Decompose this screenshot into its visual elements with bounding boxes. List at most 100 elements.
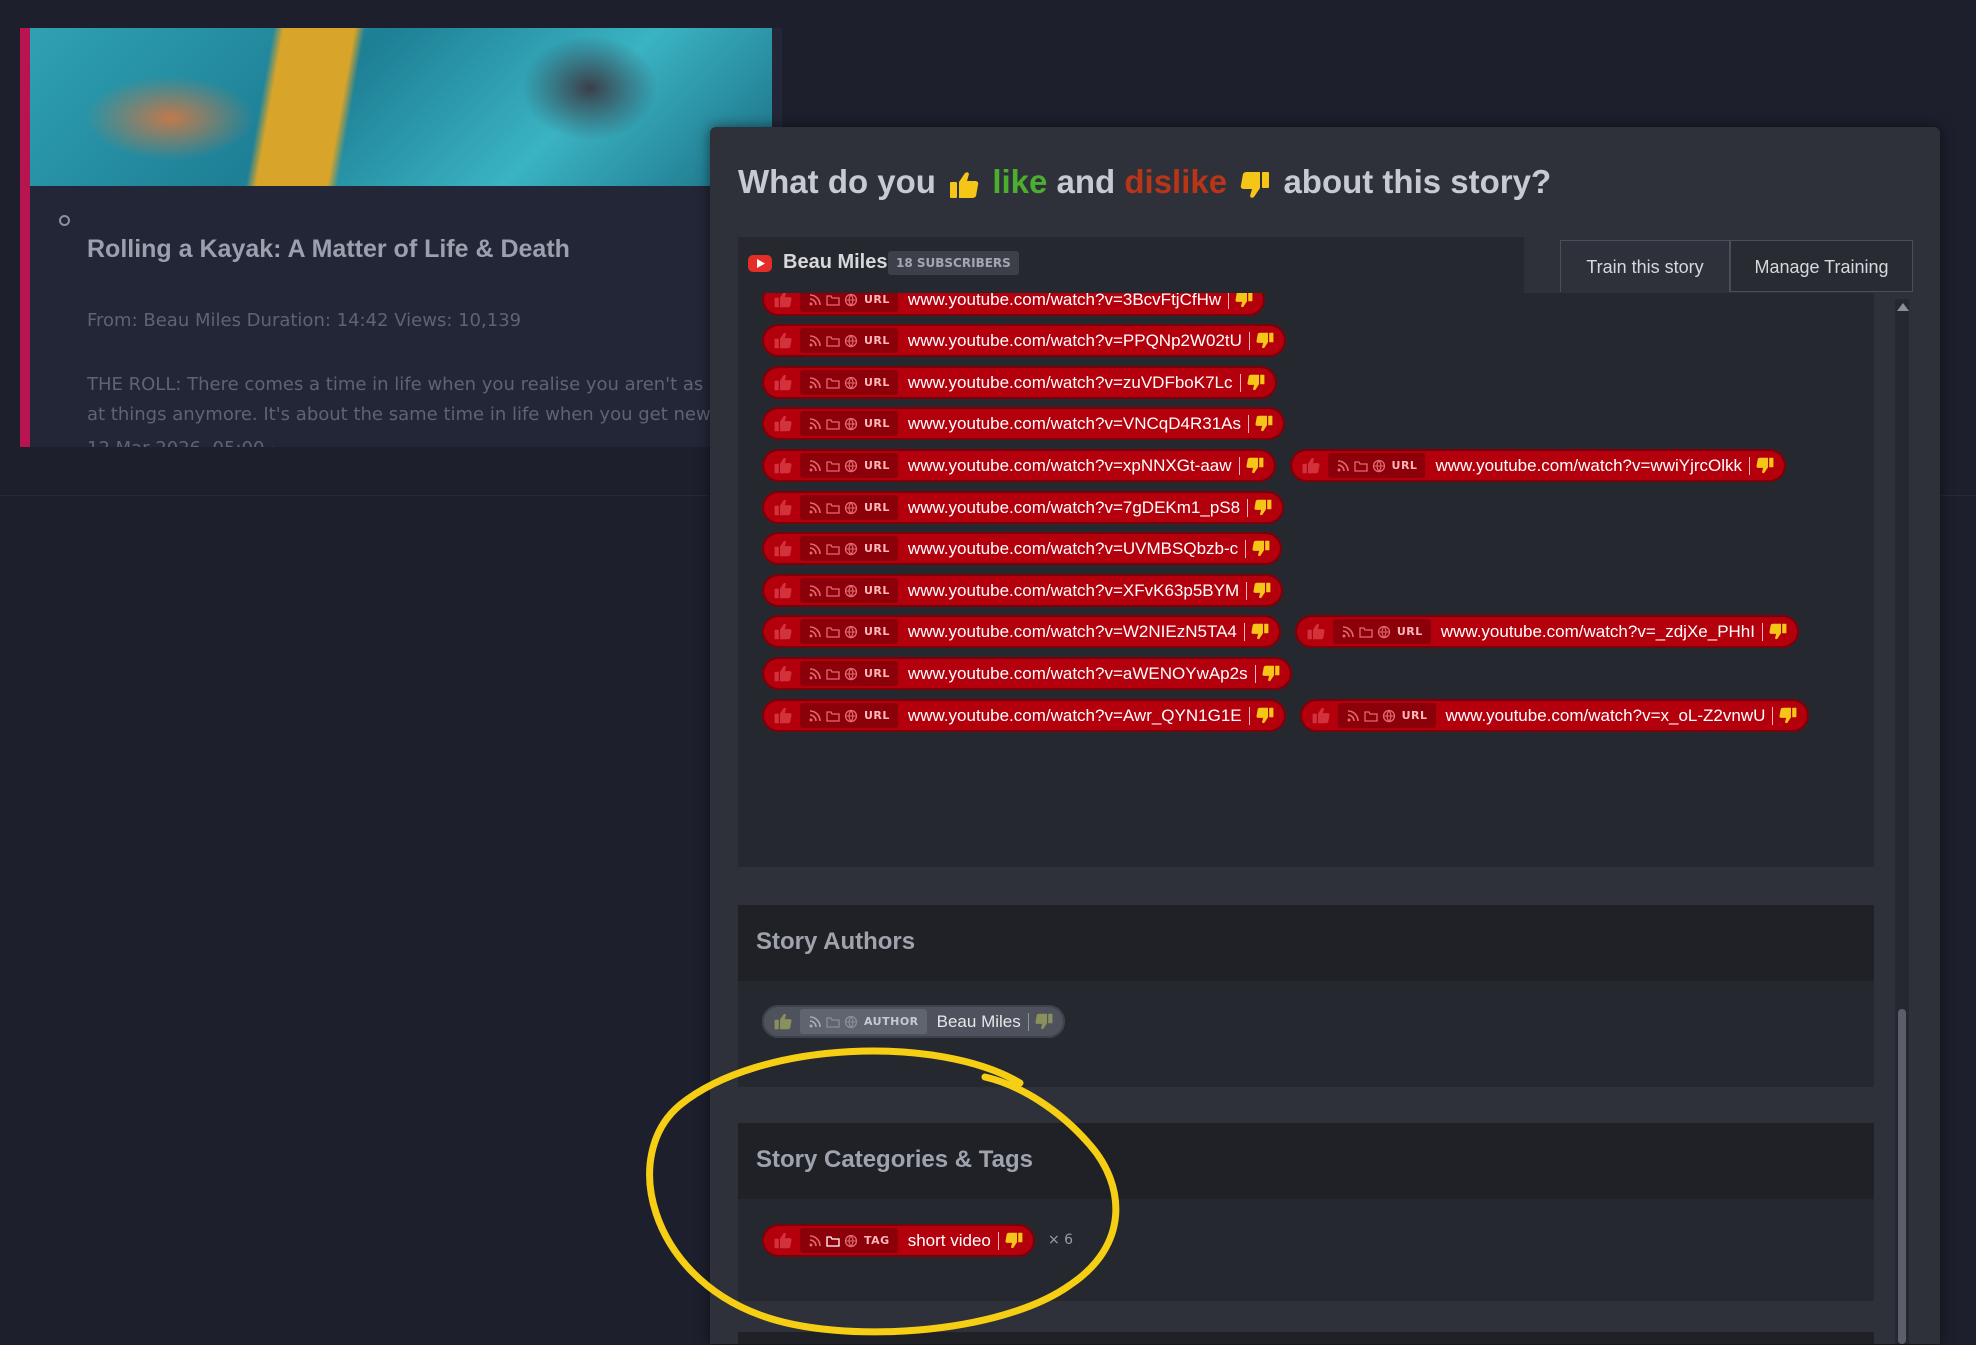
globe-icon[interactable] bbox=[844, 625, 858, 639]
url-classifier-pill[interactable]: URL www.youtube.com/watch?v=aWENOYwAp2s bbox=[762, 657, 1292, 690]
url-label: www.youtube.com/watch?v=x_oL-Z2vnwU bbox=[1445, 705, 1766, 725]
globe-icon[interactable] bbox=[1372, 459, 1386, 473]
folder-icon[interactable] bbox=[826, 377, 840, 389]
globe-icon[interactable] bbox=[844, 376, 858, 390]
thumbs-down-icon[interactable] bbox=[1245, 457, 1264, 474]
thumbs-up-icon[interactable] bbox=[774, 665, 792, 682]
story-card[interactable]: Rolling a Kayak: A Matter of Life & Deat… bbox=[20, 28, 782, 447]
globe-icon[interactable] bbox=[844, 667, 858, 681]
folder-icon[interactable] bbox=[826, 543, 840, 555]
rss-icon[interactable] bbox=[808, 417, 822, 431]
thumbs-up-icon[interactable] bbox=[774, 499, 792, 516]
rss-icon[interactable] bbox=[808, 1015, 822, 1029]
folder-icon[interactable] bbox=[1359, 626, 1373, 638]
globe-icon[interactable] bbox=[1382, 709, 1396, 723]
thumbs-down-icon[interactable] bbox=[1254, 499, 1272, 516]
thumbs-up-icon[interactable] bbox=[774, 707, 792, 724]
rss-icon[interactable] bbox=[808, 625, 822, 639]
classifier-scope: URL bbox=[800, 578, 898, 603]
thumbs-up-icon[interactable] bbox=[774, 582, 792, 599]
rss-icon[interactable] bbox=[1336, 459, 1350, 473]
scroll-up-arrow-icon[interactable] bbox=[1897, 303, 1909, 311]
thumbs-down-icon[interactable] bbox=[1256, 707, 1274, 724]
folder-icon[interactable] bbox=[826, 418, 840, 430]
thumbs-up-icon[interactable] bbox=[774, 623, 792, 640]
folder-icon[interactable] bbox=[826, 502, 840, 514]
thumbs-down-icon[interactable] bbox=[1252, 540, 1270, 557]
url-classifier-pill[interactable]: URL www.youtube.com/watch?v=_zdjXe_PHhI bbox=[1294, 615, 1799, 648]
url-classifier-pill[interactable]: URL www.youtube.com/watch?v=UVMBSQbzb-c bbox=[762, 532, 1283, 565]
thumbs-down-icon[interactable] bbox=[1235, 293, 1253, 308]
url-classifier-pill[interactable]: URL www.youtube.com/watch?v=zuVDFboK7Lc bbox=[762, 366, 1277, 399]
thumbs-up-icon[interactable] bbox=[774, 293, 792, 308]
rss-icon[interactable] bbox=[808, 501, 822, 515]
thumbs-down-icon[interactable] bbox=[1253, 582, 1271, 599]
thumbs-up-icon[interactable] bbox=[774, 457, 792, 474]
thumbs-up-icon[interactable] bbox=[774, 540, 792, 557]
thumbs-up-icon[interactable] bbox=[774, 332, 792, 349]
globe-icon[interactable] bbox=[1377, 625, 1391, 639]
url-classifier-pill[interactable]: URL www.youtube.com/watch?v=3BcvFtjCfHw bbox=[762, 293, 1266, 316]
folder-icon[interactable] bbox=[1353, 460, 1368, 472]
thumbs-down-icon[interactable] bbox=[1035, 1013, 1053, 1030]
folder-icon[interactable] bbox=[826, 460, 840, 472]
rss-icon[interactable] bbox=[808, 459, 822, 473]
rss-icon[interactable] bbox=[808, 334, 822, 348]
thumbs-down-icon[interactable] bbox=[1779, 707, 1797, 724]
thumbs-up-icon[interactable] bbox=[1312, 707, 1330, 724]
rss-icon[interactable] bbox=[1346, 709, 1360, 723]
url-classifier-pill[interactable]: URL www.youtube.com/watch?v=Awr_QYN1G1E bbox=[762, 699, 1286, 732]
url-classifier-pill[interactable]: URL www.youtube.com/watch?v=7gDEKm1_pS8 bbox=[762, 491, 1285, 524]
rss-icon[interactable] bbox=[1341, 625, 1355, 639]
thumbs-up-icon[interactable] bbox=[1307, 623, 1325, 640]
globe-icon[interactable] bbox=[844, 542, 858, 556]
rss-icon[interactable] bbox=[808, 709, 822, 723]
thumbs-down-icon[interactable] bbox=[1256, 332, 1274, 349]
thumbs-up-icon[interactable] bbox=[774, 1013, 792, 1030]
folder-icon[interactable] bbox=[826, 710, 840, 722]
thumbs-down-icon[interactable] bbox=[1262, 665, 1280, 682]
url-classifier-pill[interactable]: URL www.youtube.com/watch?v=xpNNXGt-aaw bbox=[762, 449, 1276, 482]
globe-icon[interactable] bbox=[844, 293, 858, 307]
folder-icon[interactable] bbox=[826, 335, 840, 347]
url-classifier-pill[interactable]: URL www.youtube.com/watch?v=VNCqD4R31As bbox=[762, 407, 1285, 440]
folder-icon[interactable] bbox=[826, 626, 840, 638]
rss-icon[interactable] bbox=[808, 584, 822, 598]
globe-icon[interactable] bbox=[844, 334, 858, 348]
tab-manage-training[interactable]: Manage Training bbox=[1730, 240, 1913, 292]
rss-icon[interactable] bbox=[808, 667, 822, 681]
url-classifier-pill[interactable]: URL www.youtube.com/watch?v=wwiYjrcOlkk bbox=[1289, 449, 1787, 482]
url-classifier-pill[interactable]: URL www.youtube.com/watch?v=PPQNp2W02tU bbox=[762, 324, 1286, 357]
thumbs-down-icon[interactable] bbox=[1255, 415, 1273, 432]
folder-icon[interactable] bbox=[826, 294, 840, 306]
modal-scrollbar[interactable] bbox=[1895, 299, 1909, 1344]
globe-icon[interactable] bbox=[844, 1015, 858, 1029]
url-classifier-pill[interactable]: URL www.youtube.com/watch?v=x_oL-Z2vnwU bbox=[1299, 699, 1810, 732]
thumbs-down-icon[interactable] bbox=[1756, 457, 1774, 474]
folder-icon[interactable] bbox=[826, 668, 840, 680]
author-classifier-pill[interactable]: AUTHOR Beau Miles bbox=[762, 1005, 1065, 1038]
folder-icon[interactable] bbox=[1363, 710, 1378, 722]
url-classifier-pill[interactable]: URL www.youtube.com/watch?v=W2NIEzN5TA4 bbox=[762, 615, 1281, 648]
folder-icon[interactable] bbox=[826, 585, 840, 597]
globe-icon[interactable] bbox=[844, 584, 858, 598]
feed-name[interactable]: Beau Miles bbox=[783, 251, 887, 274]
thumbs-down-icon[interactable] bbox=[1246, 374, 1265, 391]
thumbs-up-icon[interactable] bbox=[774, 374, 792, 391]
scrollbar-thumb[interactable] bbox=[1898, 1009, 1906, 1344]
globe-icon[interactable] bbox=[844, 417, 858, 431]
rss-icon[interactable] bbox=[808, 542, 822, 556]
thumbs-up-icon[interactable] bbox=[1302, 457, 1320, 474]
thumbs-down-icon[interactable] bbox=[1251, 623, 1269, 640]
globe-icon[interactable] bbox=[844, 501, 858, 515]
tab-train-this-story[interactable]: Train this story bbox=[1560, 240, 1730, 292]
folder-icon[interactable] bbox=[826, 1016, 840, 1028]
url-classifier-pill[interactable]: URL www.youtube.com/watch?v=XFvK63p5BYM bbox=[762, 574, 1284, 607]
rss-icon[interactable] bbox=[808, 376, 822, 390]
thumbs-up-icon[interactable] bbox=[774, 415, 792, 432]
globe-icon[interactable] bbox=[844, 459, 858, 473]
story-title[interactable]: Rolling a Kayak: A Matter of Life & Deat… bbox=[87, 235, 570, 264]
rss-icon[interactable] bbox=[808, 293, 822, 307]
globe-icon[interactable] bbox=[844, 709, 858, 723]
thumbs-down-icon[interactable] bbox=[1769, 623, 1787, 640]
